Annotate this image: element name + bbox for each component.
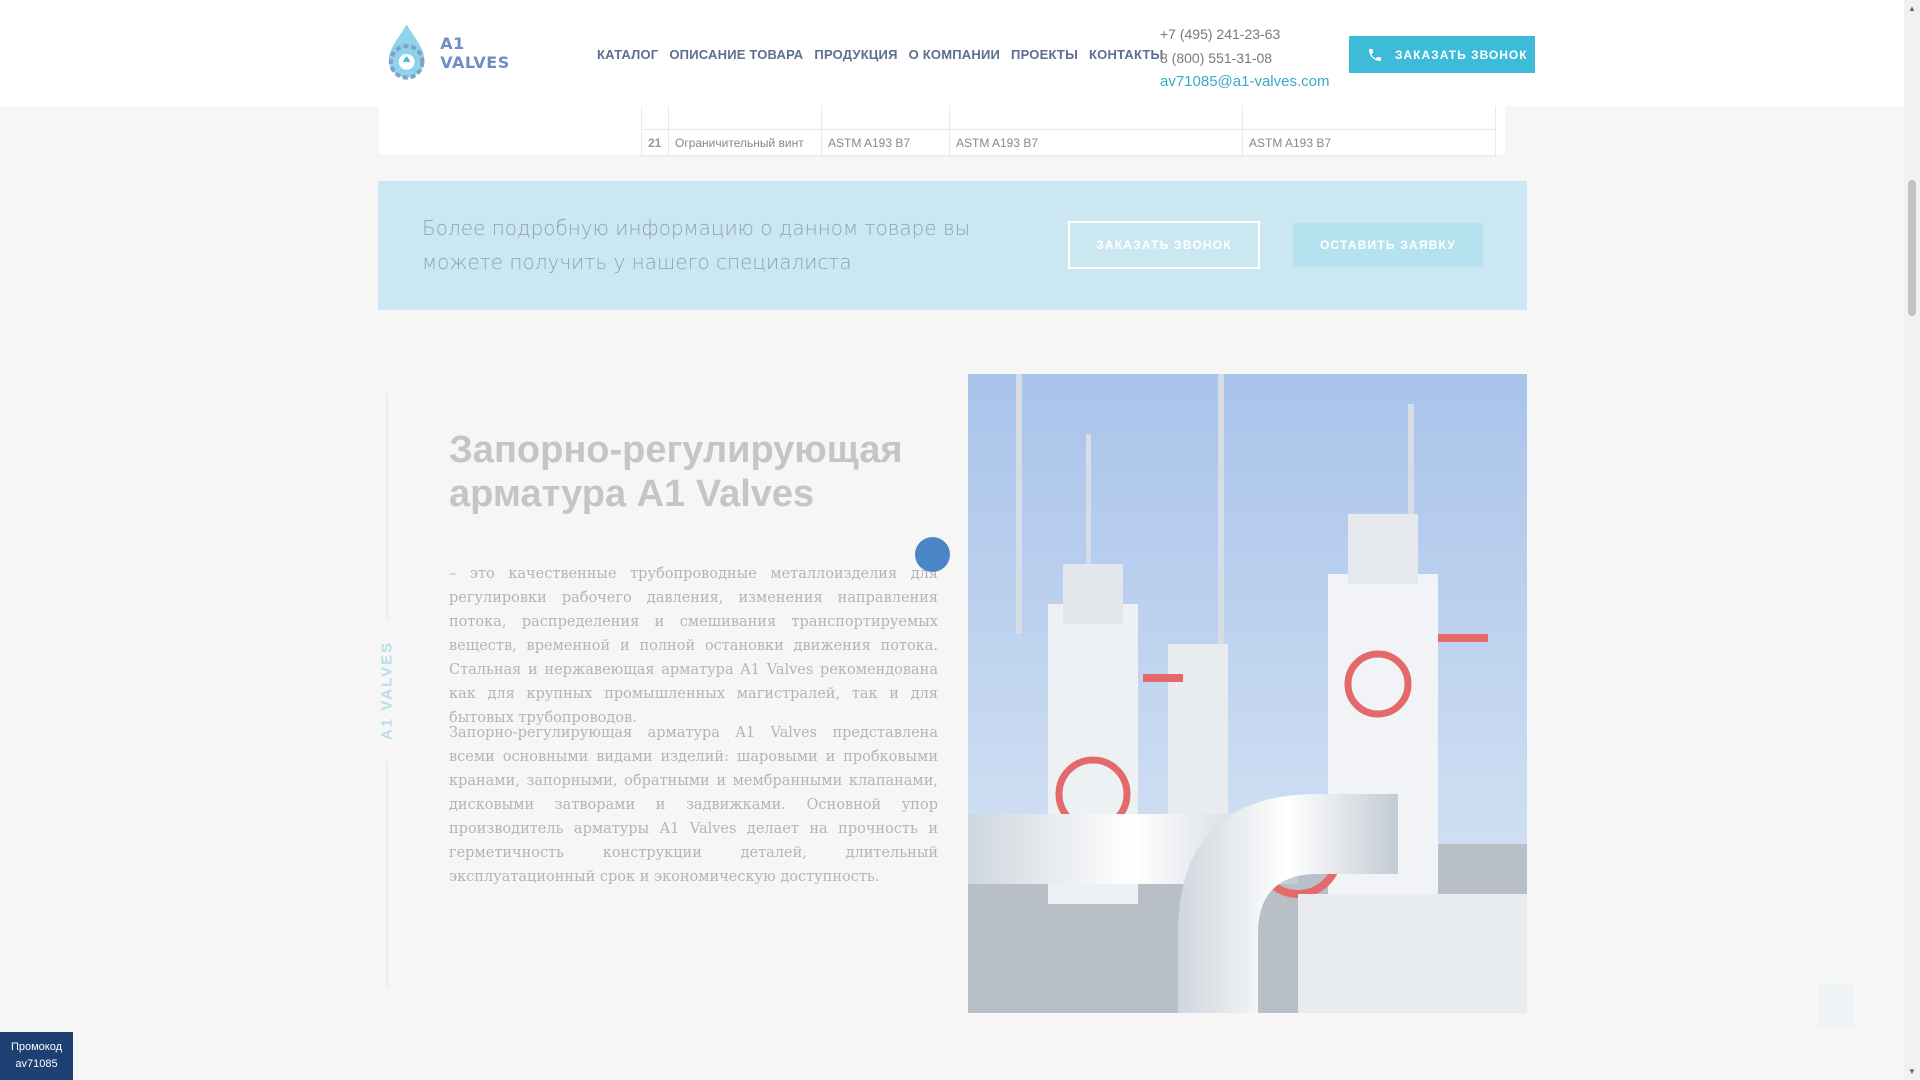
side-divider [386,394,388,619]
phone-secondary[interactable]: 8 (800) 551-31-08 [1160,46,1329,70]
scroll-up-arrow-icon[interactable]: ▲ [1908,4,1916,13]
nav-item-catalog[interactable]: КАТАЛОГ [597,47,658,62]
scroll-down-arrow-icon[interactable]: ▼ [1908,1067,1916,1076]
logo-text: A1 VALVES [440,34,510,72]
section-paragraph: Запорно-регулирующая арматура A1 Valves … [449,725,938,885]
scroll-to-top-button[interactable] [1818,985,1854,1029]
spec-table: 21 Ограничительный винт ASTM A193 B7 AST… [641,102,1496,157]
promo-code: av71085 [15,1058,58,1070]
table-cell-material: ASTM A193 B7 [949,129,1243,157]
table-cell [821,102,950,130]
logo[interactable]: A1 VALVES [379,22,539,84]
table-cell-material: ASTM A193 B7 [821,129,950,157]
table-cell [1242,102,1496,130]
banner-call-button[interactable]: ЗАКАЗАТЬ ЗВОНОК [1068,221,1260,269]
table-row: 21 Ограничительный винт ASTM A193 B7 AST… [641,129,1496,157]
main-nav: КАТАЛОГ ОПИСАНИЕ ТОВАРА ПРОДУКЦИЯ О КОМП… [597,47,1163,62]
header-call-label: ЗАКАЗАТЬ ЗВОНОК [1395,47,1528,62]
nav-item-about[interactable]: О КОМПАНИИ [909,47,1000,62]
header-contacts: +7 (495) 241-23-63 8 (800) 551-31-08 av7… [1160,22,1329,94]
promo-code-badge[interactable]: Промокод av71085 [0,1032,73,1080]
section-paragraph: – это качественные трубопроводные металл… [449,566,938,726]
nav-item-products[interactable]: ПРОДУКЦИЯ [814,47,897,62]
phone-primary[interactable]: +7 (495) 241-23-63 [1160,22,1329,46]
table-cell-num: 21 [641,129,669,157]
cta-banner: Более подробную информацию о данном това… [378,181,1527,310]
table-cell [668,102,822,130]
drop-logo-icon [388,24,425,80]
scrollbar-thumb[interactable] [1908,180,1916,316]
table-cell-name: Ограничительный винт [668,129,822,157]
nav-item-contacts[interactable]: КОНТАКТЫ [1089,47,1163,62]
table-cell-material: ASTM A193 B7 [1242,129,1496,157]
table-cell [949,102,1243,130]
site-header: A1 VALVES КАТАЛОГ ОПИСАНИЕ ТОВАРА ПРОДУК… [0,0,1904,106]
banner-request-button[interactable]: ОСТАВИТЬ ЗАЯВКУ [1293,223,1483,267]
table-row [641,102,1496,130]
side-divider [386,762,388,987]
chat-widget-button[interactable] [915,537,950,572]
header-call-button[interactable]: ЗАКАЗАТЬ ЗВОНОК [1349,36,1535,73]
phone-icon [1355,47,1395,63]
table-cell-num [641,102,669,130]
promo-label: Промокод [10,1041,63,1053]
email-link[interactable]: av71085@a1-valves.com [1160,70,1329,94]
pipeline-valves-photo [968,374,1527,1013]
banner-text: Более подробную информацию о данном това… [422,216,971,274]
section-title: Запорно-регулирующая арматура A1 Valves [449,429,903,515]
nav-item-description[interactable]: ОПИСАНИЕ ТОВАРА [669,47,803,62]
nav-item-projects[interactable]: ПРОЕКТЫ [1011,47,1078,62]
scrollbar[interactable]: ▲ ▼ [1904,0,1920,1080]
side-label: A1 VALVES [378,640,396,740]
